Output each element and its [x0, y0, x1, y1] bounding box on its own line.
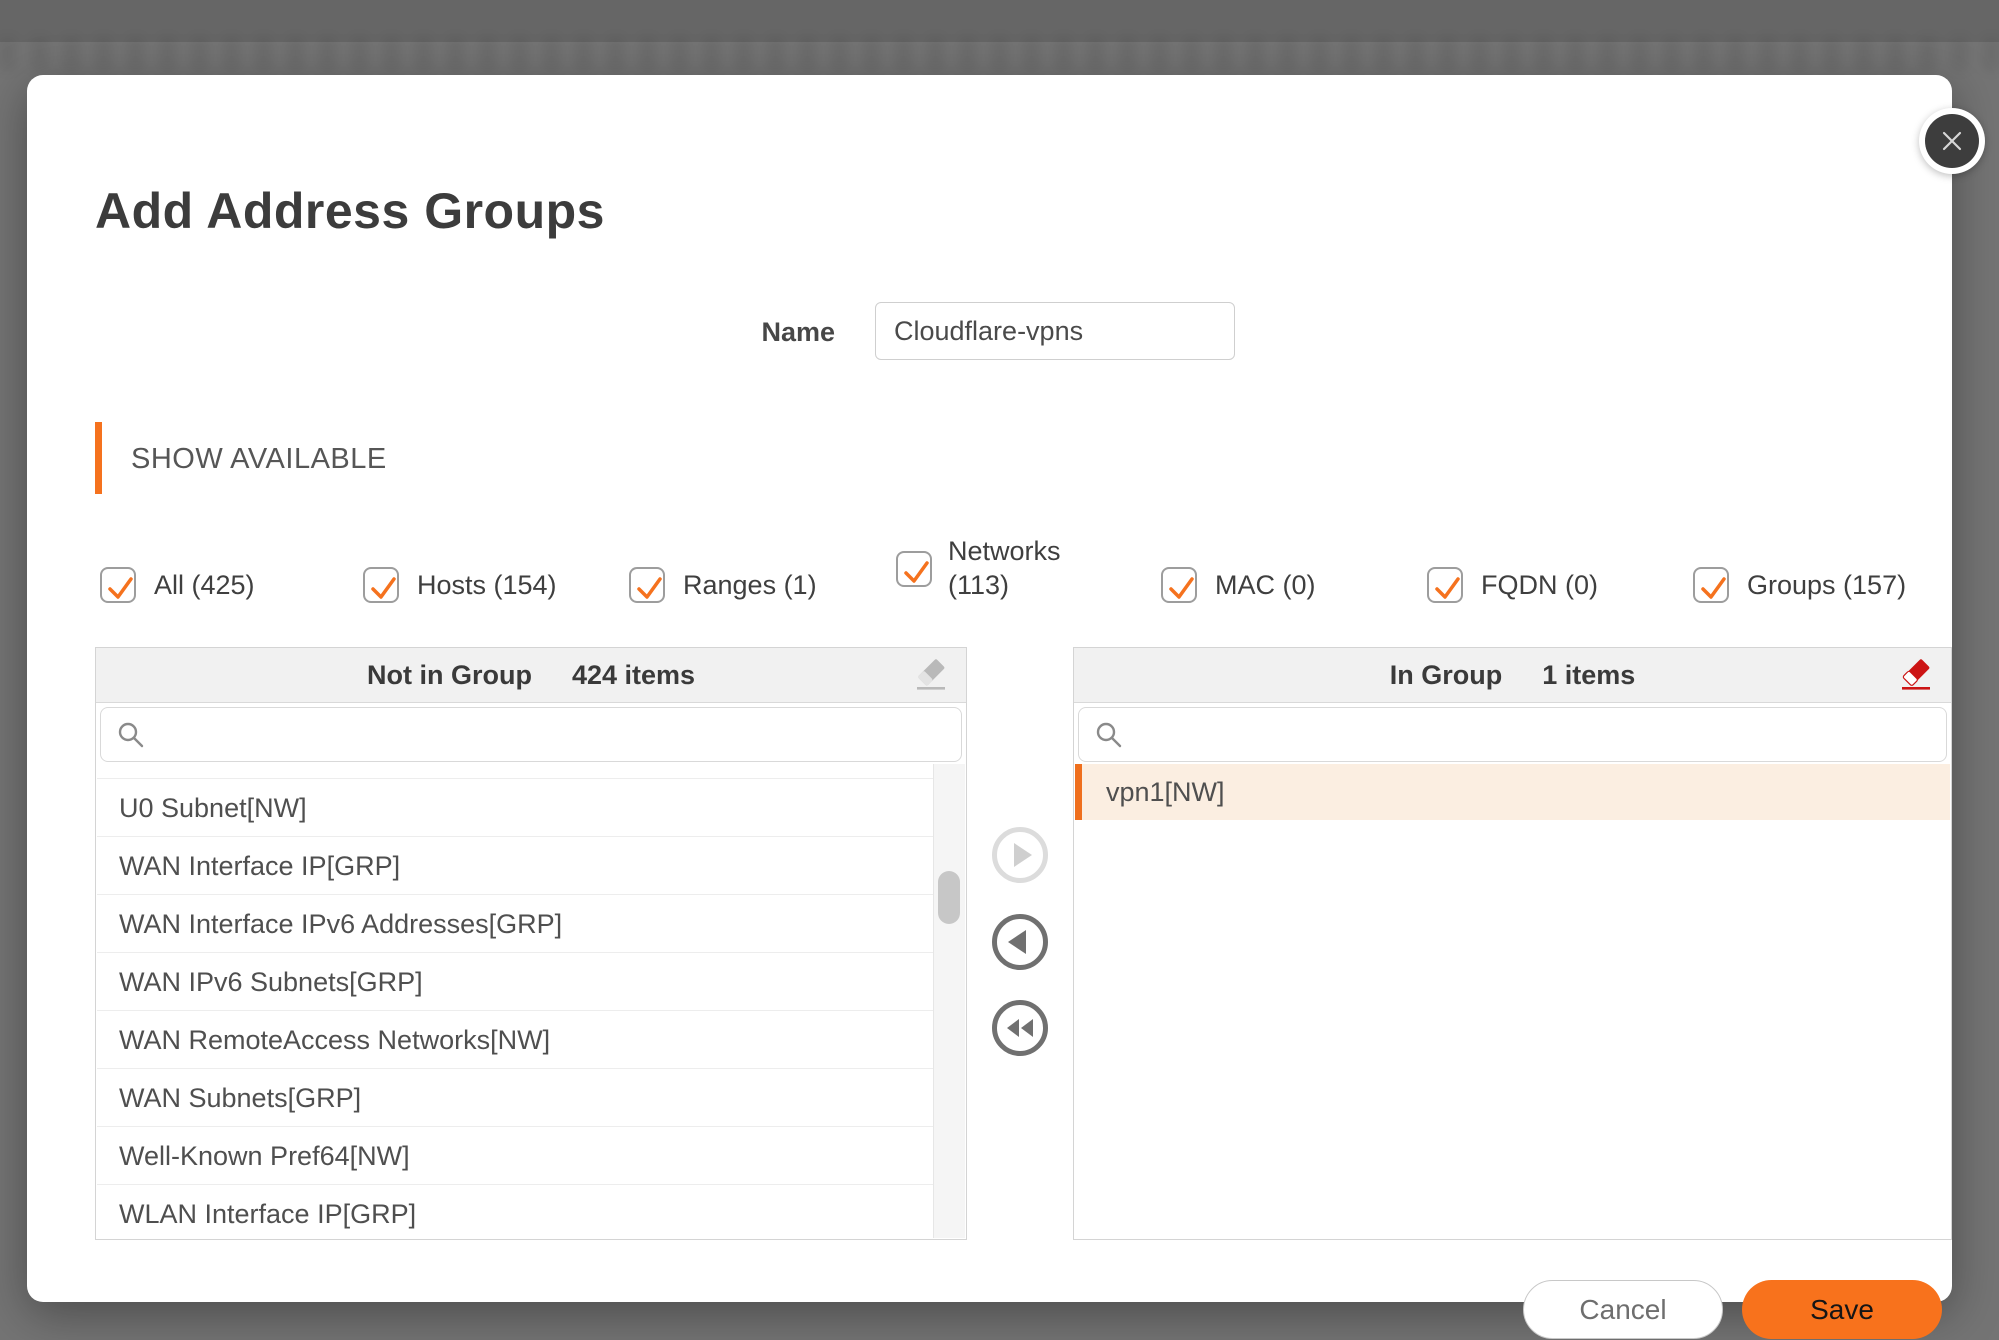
- cancel-button[interactable]: Cancel: [1523, 1280, 1723, 1339]
- filter-label-groups: Groups (157): [1747, 567, 1906, 603]
- panel-title: In Group: [1390, 660, 1502, 691]
- clear-group-eraser-icon[interactable]: [1895, 655, 1937, 697]
- filter-label-mac: MAC (0): [1215, 567, 1316, 603]
- check-icon: [103, 571, 137, 605]
- search-icon: [1095, 721, 1123, 749]
- arrow-right-icon: [997, 832, 1043, 878]
- list-item[interactable]: WAN IPv6 Subnets[GRP]: [97, 953, 933, 1011]
- double-arrow-left-icon: [997, 1005, 1043, 1051]
- panel-count: 424 items: [572, 660, 695, 691]
- page-title: Add Address Groups: [95, 183, 605, 239]
- check-icon: [899, 555, 933, 589]
- clear-selection-eraser-icon[interactable]: [910, 655, 952, 697]
- not-in-group-searchbox: [100, 707, 962, 762]
- in-group-searchbox: [1078, 707, 1947, 762]
- check-icon: [1164, 571, 1198, 605]
- close-icon: [1925, 114, 1979, 168]
- section-accent-bar: [95, 422, 102, 494]
- checkbox-fqdn[interactable]: [1427, 567, 1463, 603]
- list-item[interactable]: WLAN Interface IP[GRP]: [97, 1185, 933, 1238]
- panel-not-in-group-header: Not in Group 424 items: [96, 648, 966, 703]
- search-icon: [117, 721, 145, 749]
- checkbox-all[interactable]: [100, 567, 136, 603]
- list-item[interactable]: WAN Subnets[GRP]: [97, 1069, 933, 1127]
- panel-in-group-header: In Group 1 items: [1074, 648, 1951, 703]
- checkbox-ranges[interactable]: [629, 567, 665, 603]
- check-icon: [366, 571, 400, 605]
- list-item[interactable]: U0 Subnet[NW]: [97, 779, 933, 837]
- checkbox-mac[interactable]: [1161, 567, 1197, 603]
- save-button[interactable]: Save: [1742, 1280, 1942, 1339]
- close-button[interactable]: [1919, 108, 1985, 174]
- list-item[interactable]: Well-Known Pref64[NW]: [97, 1127, 933, 1185]
- list-item[interactable]: WAN RemoteAccess Networks[NW]: [97, 1011, 933, 1069]
- background-page-blur: [0, 38, 1999, 70]
- filter-label-hosts: Hosts (154): [417, 567, 557, 603]
- checkbox-groups[interactable]: [1693, 567, 1729, 603]
- move-left-button[interactable]: [992, 914, 1048, 970]
- name-input[interactable]: [875, 302, 1235, 360]
- selected-list-item[interactable]: vpn1[NW]: [1075, 764, 1950, 820]
- check-icon: [1430, 571, 1464, 605]
- filter-label-fqdn: FQDN (0): [1481, 567, 1598, 603]
- check-icon: [632, 571, 666, 605]
- name-label: Name: [667, 315, 835, 349]
- checkbox-hosts[interactable]: [363, 567, 399, 603]
- move-right-button[interactable]: [992, 827, 1048, 883]
- check-icon: [1696, 571, 1730, 605]
- checkbox-networks[interactable]: [896, 551, 932, 587]
- background-page-top: [0, 0, 1999, 42]
- panel-in-group: In Group 1 items vpn1[NW]: [1073, 647, 1952, 1240]
- filter-label-all: All (425): [154, 567, 255, 603]
- add-address-groups-dialog: Add Address Groups Name SHOW AVAILABLE A…: [27, 75, 1952, 1302]
- not-in-group-list: U0 Subnet[NW] WAN Interface IP[GRP] WAN …: [97, 764, 965, 1238]
- arrow-left-icon: [997, 919, 1043, 965]
- not-in-group-search-input[interactable]: [153, 708, 953, 763]
- list-item[interactable]: WAN Interface IPv6 Addresses[GRP]: [97, 895, 933, 953]
- scrollbar-thumb[interactable]: [938, 871, 960, 924]
- move-all-left-button[interactable]: [992, 1000, 1048, 1056]
- section-title: SHOW AVAILABLE: [131, 443, 387, 476]
- filter-label-ranges: Ranges (1): [683, 567, 817, 603]
- panel-not-in-group: Not in Group 424 items: [95, 647, 967, 1240]
- panel-title: Not in Group: [367, 660, 532, 691]
- panel-count: 1 items: [1542, 660, 1635, 691]
- list-item-partial[interactable]: [97, 764, 933, 779]
- filter-label-networks: Networks (113): [948, 534, 1098, 602]
- list-item[interactable]: WAN Interface IP[GRP]: [97, 837, 933, 895]
- in-group-search-input[interactable]: [1131, 708, 1938, 763]
- scrollbar[interactable]: [934, 764, 965, 1238]
